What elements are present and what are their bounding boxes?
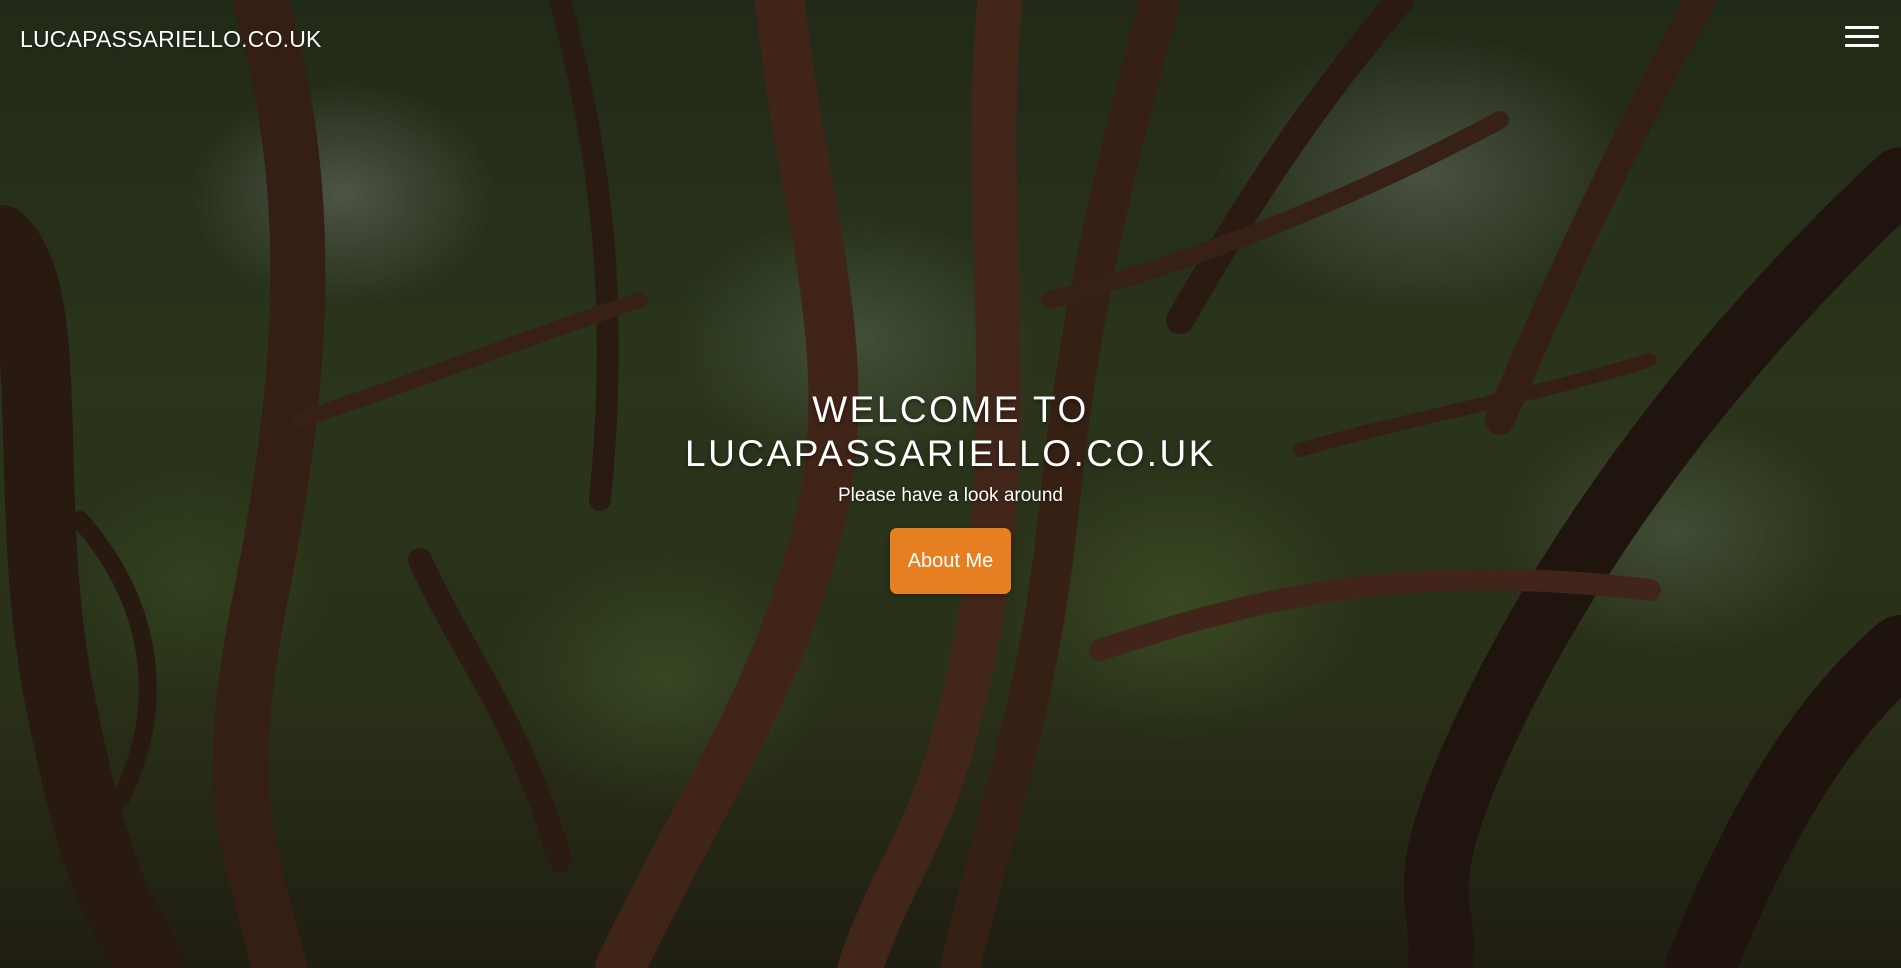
navbar: LUCAPASSARIELLO.CO.UK xyxy=(0,0,1901,80)
hero-subtitle: Please have a look around xyxy=(838,485,1063,506)
hero-section: LUCAPASSARIELLO.CO.UK WELCOME TO LUCAPAS… xyxy=(0,0,1901,968)
menu-bar-middle xyxy=(1845,35,1879,38)
hamburger-menu-icon[interactable] xyxy=(1845,26,1879,52)
about-me-button[interactable]: About Me xyxy=(889,528,1012,594)
hero-title-line1: WELCOME TO xyxy=(812,389,1089,430)
site-brand-link[interactable]: LUCAPASSARIELLO.CO.UK xyxy=(20,26,322,53)
hero-title: WELCOME TO LUCAPASSARIELLO.CO.UK xyxy=(0,388,1901,476)
menu-bar-top xyxy=(1845,26,1879,29)
hero-content: WELCOME TO LUCAPASSARIELLO.CO.UK Please … xyxy=(0,388,1901,594)
hero-title-line2: LUCAPASSARIELLO.CO.UK xyxy=(685,433,1216,474)
menu-bar-bottom xyxy=(1845,44,1879,47)
